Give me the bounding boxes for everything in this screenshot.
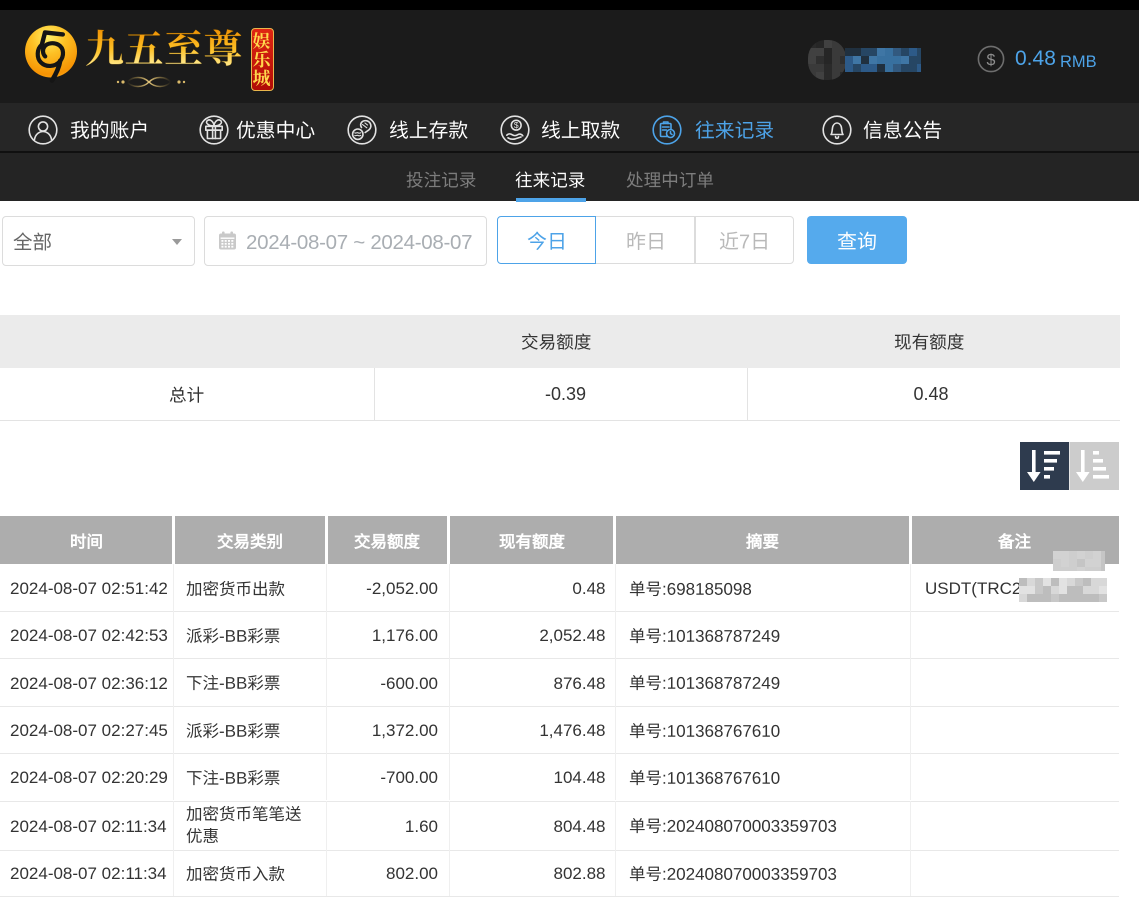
svg-text:$: $ — [514, 120, 519, 130]
svg-text:$: $ — [987, 52, 996, 69]
